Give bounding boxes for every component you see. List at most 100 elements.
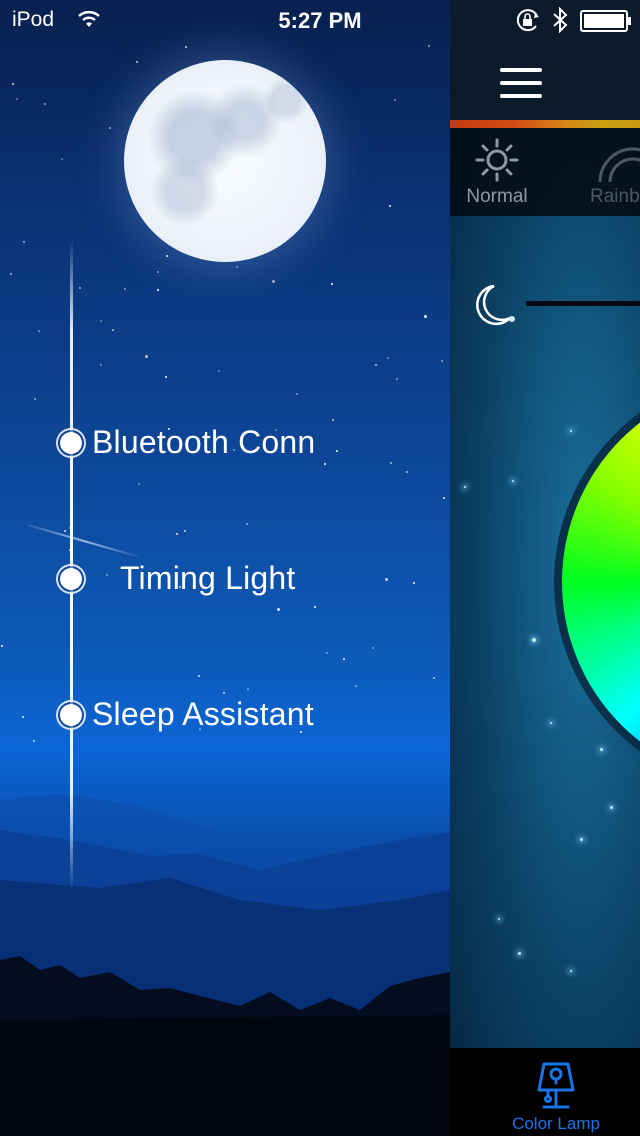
star-decoration bbox=[498, 918, 500, 920]
star-decoration bbox=[218, 370, 220, 372]
menu-item-timing-light[interactable]: Timing Light bbox=[56, 560, 296, 597]
battery-icon bbox=[580, 10, 631, 32]
star-decoration bbox=[512, 480, 514, 482]
star-decoration bbox=[198, 675, 200, 677]
hamburger-icon bbox=[500, 81, 542, 85]
menu-toggle-button[interactable] bbox=[500, 68, 542, 100]
star-decoration bbox=[296, 393, 298, 395]
moon-icon bbox=[476, 284, 515, 326]
star-decoration bbox=[165, 376, 167, 378]
star-decoration bbox=[223, 692, 225, 694]
brightness-slider[interactable] bbox=[526, 301, 640, 306]
tab-normal[interactable]: Normal bbox=[450, 128, 547, 216]
star-decoration bbox=[236, 266, 238, 268]
star-decoration bbox=[184, 530, 186, 532]
star-decoration bbox=[550, 722, 552, 724]
radio-dot-icon bbox=[56, 563, 86, 594]
star-decoration bbox=[518, 952, 521, 955]
star-decoration bbox=[157, 271, 159, 273]
star-decoration bbox=[185, 46, 187, 48]
star-decoration bbox=[375, 364, 377, 366]
mountain-landscape-image bbox=[0, 794, 450, 1136]
orientation-lock-icon bbox=[516, 9, 539, 32]
shooting-star-decoration bbox=[27, 524, 142, 559]
star-decoration bbox=[277, 608, 280, 611]
mode-tab-bar: Normal Rainb bbox=[450, 128, 640, 216]
star-decoration bbox=[385, 578, 388, 581]
star-decoration bbox=[324, 463, 326, 465]
menu-item-bluetooth-conn[interactable]: Bluetooth Conn bbox=[56, 424, 315, 461]
star-decoration bbox=[1, 645, 3, 647]
tab-rainbow-label: Rainb bbox=[590, 186, 640, 207]
hamburger-icon bbox=[500, 94, 542, 98]
star-decoration bbox=[441, 360, 443, 362]
star-decoration bbox=[38, 330, 40, 332]
rainbow-icon bbox=[598, 147, 640, 182]
menu-item-label: Timing Light bbox=[120, 560, 296, 596]
hamburger-icon bbox=[500, 68, 542, 72]
star-decoration bbox=[22, 716, 24, 718]
star-decoration bbox=[23, 241, 25, 243]
star-decoration bbox=[464, 486, 466, 488]
star-decoration bbox=[246, 523, 248, 525]
moon-image bbox=[124, 60, 326, 262]
star-decoration bbox=[610, 806, 613, 809]
star-decoration bbox=[314, 606, 316, 608]
star-decoration bbox=[138, 483, 140, 485]
tab-normal-label: Normal bbox=[466, 186, 528, 207]
star-decoration bbox=[326, 652, 328, 654]
star-decoration bbox=[247, 688, 249, 690]
star-decoration bbox=[428, 45, 430, 47]
star-decoration bbox=[570, 970, 572, 972]
star-decoration bbox=[396, 378, 398, 380]
star-decoration bbox=[64, 530, 66, 532]
clock: 5:27 PM bbox=[278, 8, 362, 33]
star-decoration bbox=[124, 288, 126, 290]
star-decoration bbox=[433, 677, 435, 679]
star-decoration bbox=[336, 450, 338, 452]
star-decoration bbox=[580, 838, 583, 841]
brightness-control bbox=[450, 276, 640, 336]
star-decoration bbox=[136, 61, 138, 63]
star-decoration bbox=[12, 83, 14, 85]
side-menu-panel: Bluetooth Conn Timing Light Sleep Assist… bbox=[0, 0, 450, 1136]
star-decoration bbox=[390, 462, 392, 464]
star-decoration bbox=[61, 158, 63, 160]
star-decoration bbox=[10, 273, 12, 275]
star-decoration bbox=[79, 287, 81, 289]
star-decoration bbox=[44, 103, 46, 105]
star-decoration bbox=[394, 99, 396, 101]
star-decoration bbox=[331, 283, 333, 285]
menu-item-sleep-assistant[interactable]: Sleep Assistant bbox=[56, 696, 314, 733]
menu-item-label: Sleep Assistant bbox=[92, 696, 314, 732]
star-decoration bbox=[16, 98, 18, 100]
star-decoration bbox=[443, 497, 445, 499]
radio-dot-icon bbox=[56, 427, 86, 458]
star-decoration bbox=[406, 471, 408, 473]
star-decoration bbox=[532, 638, 536, 642]
status-bar: iPod 5:27 PM bbox=[0, 0, 640, 40]
star-decoration bbox=[600, 748, 603, 751]
star-decoration bbox=[372, 647, 374, 649]
star-decoration bbox=[332, 419, 334, 421]
star-decoration bbox=[33, 740, 35, 742]
star-decoration bbox=[389, 205, 391, 207]
bluetooth-icon bbox=[553, 7, 568, 33]
star-decoration bbox=[176, 533, 178, 535]
tab-color-lamp[interactable]: Color Lamp bbox=[506, 1054, 606, 1134]
star-decoration bbox=[112, 329, 114, 331]
tab-rainbow[interactable]: Rainb bbox=[568, 128, 640, 216]
accent-bar bbox=[450, 120, 640, 128]
tab-color-lamp-label: Color Lamp bbox=[512, 1114, 600, 1133]
star-decoration bbox=[166, 255, 168, 257]
star-decoration bbox=[157, 289, 159, 291]
menu-item-label: Bluetooth Conn bbox=[92, 424, 316, 460]
lamp-icon bbox=[537, 1062, 575, 1109]
star-decoration bbox=[413, 582, 415, 584]
sun-icon bbox=[475, 138, 519, 182]
star-decoration bbox=[145, 355, 148, 358]
star-decoration bbox=[34, 398, 36, 400]
star-decoration bbox=[570, 430, 572, 432]
star-decoration bbox=[355, 685, 357, 687]
star-decoration bbox=[272, 280, 275, 283]
